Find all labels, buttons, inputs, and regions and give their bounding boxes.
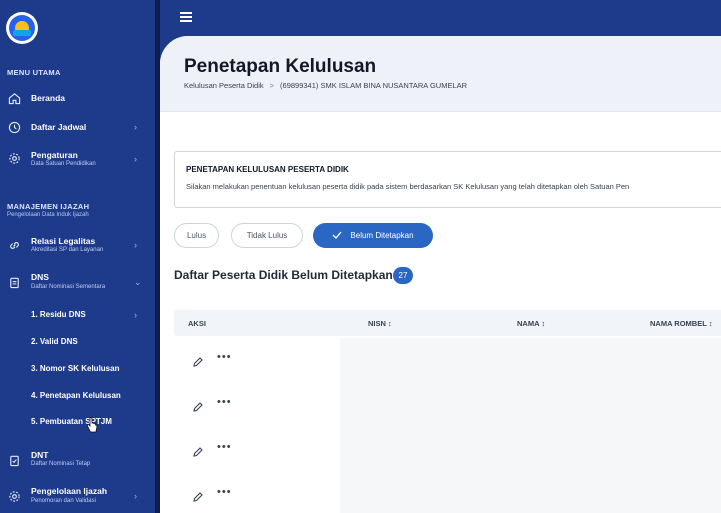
main-content: Penetapan Kelulusan Kelulusan Peserta Di… <box>160 36 721 513</box>
page-header: Penetapan Kelulusan Kelulusan Peserta Di… <box>160 36 721 112</box>
hand-cursor-icon <box>86 417 98 435</box>
gear-icon <box>7 151 21 165</box>
sidebar-item-sublabel: Daftar Nominasi Tetap <box>31 461 91 467</box>
table-row: ••• <box>174 431 344 471</box>
home-icon <box>7 91 21 105</box>
sidebar-item-pengelolaan-ijazah[interactable]: Pengelolaan Ijazah Penomoran dan Validas… <box>0 484 155 508</box>
pencil-icon[interactable] <box>192 445 204 457</box>
column-nisn[interactable]: NISN ↕ <box>368 319 392 328</box>
info-text: Silakan melakukan penentuan kelulusan pe… <box>186 182 630 191</box>
sidebar-item-dnt[interactable]: DNT Daftar Nominasi Tetap <box>0 448 155 472</box>
chevron-down-icon: ⌄ <box>134 277 142 287</box>
sidebar-item-relasi-legalitas[interactable]: Relasi Legalitas Akreditasi SP dan Layan… <box>0 233 155 257</box>
clipboard-check-icon <box>7 453 21 467</box>
sidebar-item-daftar-jadwal[interactable]: Daftar Jadwal › <box>0 115 155 139</box>
more-options-icon[interactable]: ••• <box>217 441 232 453</box>
page-title: Penetapan Kelulusan <box>184 56 377 77</box>
sidebar-item-sublabel: Daftar Nominasi Sementara <box>31 284 106 290</box>
sidebar-item-label: Relasi Legalitas <box>31 236 96 246</box>
sidebar-item-sublabel: Akreditasi SP dan Layanan <box>31 247 104 253</box>
clipboard-icon <box>7 275 21 289</box>
pencil-icon[interactable] <box>192 355 204 367</box>
sidebar-subitem-valid-dns[interactable]: 2. Valid DNS <box>31 337 78 346</box>
breadcrumb-item: (69899341) SMK ISLAM BINA NUSANTARA GUME… <box>280 81 468 90</box>
info-box: PENETAPAN KELULUSAN PESERTA DIDIK Silaka… <box>174 151 721 208</box>
pencil-icon[interactable] <box>192 400 204 412</box>
table-row: ••• <box>174 476 344 513</box>
info-title: PENETAPAN KELULUSAN PESERTA DIDIK <box>186 165 349 174</box>
sidebar-item-pengaturan[interactable]: Pengaturan Data Satuan Pendidikan › <box>0 146 155 170</box>
more-options-icon[interactable]: ••• <box>217 351 232 363</box>
blurred-table-content <box>340 338 721 513</box>
chevron-right-icon: › <box>134 491 137 501</box>
pencil-icon[interactable] <box>192 490 204 502</box>
sidebar-subitem-nomor-sk[interactable]: 3. Nomor SK Kelulusan <box>31 364 119 373</box>
table-row: ••• <box>174 386 344 426</box>
sidebar-item-dns[interactable]: DNS Daftar Nominasi Sementara ⌄ <box>0 270 155 294</box>
filter-lulus-button[interactable]: Lulus <box>174 223 219 248</box>
sidebar-subitem-pembuatan-sptjm[interactable]: 5. Pembuatan SPTJM <box>31 417 112 426</box>
chevron-right-icon: › <box>134 154 137 164</box>
sidebar-item-label: Pengelolaan Ijazah <box>31 486 108 496</box>
sidebar-item-sublabel: Penomoran dan Validasi <box>31 498 96 504</box>
chevron-right-icon: › <box>134 240 137 250</box>
section-manajemen-ijazah-sub: Pengelolaan Data Induk Ijazah <box>7 212 89 218</box>
breadcrumb: Kelulusan Peserta Didik > (69899341) SMK I… <box>184 81 467 90</box>
filter-tidak-lulus-button[interactable]: Tidak Lulus <box>231 223 303 248</box>
list-title: Daftar Peserta Didik Belum Ditetapkan <box>174 268 393 282</box>
column-nama[interactable]: NAMA ↕ <box>517 319 545 328</box>
chevron-right-icon: › <box>134 122 137 132</box>
link-icon <box>7 238 21 252</box>
column-aksi: AKSI <box>188 319 206 328</box>
sidebar-item-label: DNS <box>31 272 49 282</box>
breadcrumb-item[interactable]: Kelulusan Peserta Didik <box>184 81 264 90</box>
table-header: AKSI NISN ↕ NAMA ↕ NAMA ROMBEL ↕ <box>174 310 721 336</box>
sidebar-item-label: DNT <box>31 450 49 460</box>
sidebar-item-label: Pengaturan <box>31 150 78 160</box>
section-manajemen-ijazah: MANAJEMEN IJAZAH <box>7 202 90 211</box>
clock-icon <box>7 120 21 134</box>
section-menu-utama: MENU UTAMA <box>7 68 61 77</box>
filter-belum-ditetapkan-button[interactable]: Belum Ditetapkan <box>313 223 433 248</box>
check-icon <box>332 231 342 241</box>
top-bar <box>160 0 721 36</box>
sidebar-item-label: Daftar Jadwal <box>31 122 87 132</box>
gear-icon <box>7 489 21 503</box>
sort-icon: ↕ <box>541 319 546 328</box>
sidebar-subitem-residu-dns[interactable]: 1. Residu DNS <box>31 310 86 319</box>
sidebar-subitem-penetapan-kelulusan[interactable]: 4. Penetapan Kelulusan <box>31 391 121 400</box>
sidebar-item-label: Beranda <box>31 93 66 103</box>
column-nama-rombel[interactable]: NAMA ROMBEL ↕ <box>650 319 713 328</box>
chevron-right-icon: > <box>269 81 275 90</box>
hamburger-menu-icon[interactable] <box>180 12 192 22</box>
tut-wuri-handayani-logo[interactable] <box>6 12 38 44</box>
filter-label: Belum Ditetapkan <box>350 231 414 240</box>
sort-icon: ↕ <box>708 319 713 328</box>
more-options-icon[interactable]: ••• <box>217 396 232 408</box>
sidebar-item-sublabel: Data Satuan Pendidikan <box>31 161 96 167</box>
sort-icon: ↕ <box>388 319 392 328</box>
more-options-icon[interactable]: ••• <box>217 486 232 498</box>
chevron-right-icon: › <box>134 310 137 320</box>
sidebar-item-beranda[interactable]: Beranda <box>0 86 155 110</box>
table-row: ••• <box>174 341 344 381</box>
sidebar: MENU UTAMA Beranda Daftar Jadwal › Penga… <box>0 0 157 513</box>
count-badge: 27 <box>393 267 413 284</box>
